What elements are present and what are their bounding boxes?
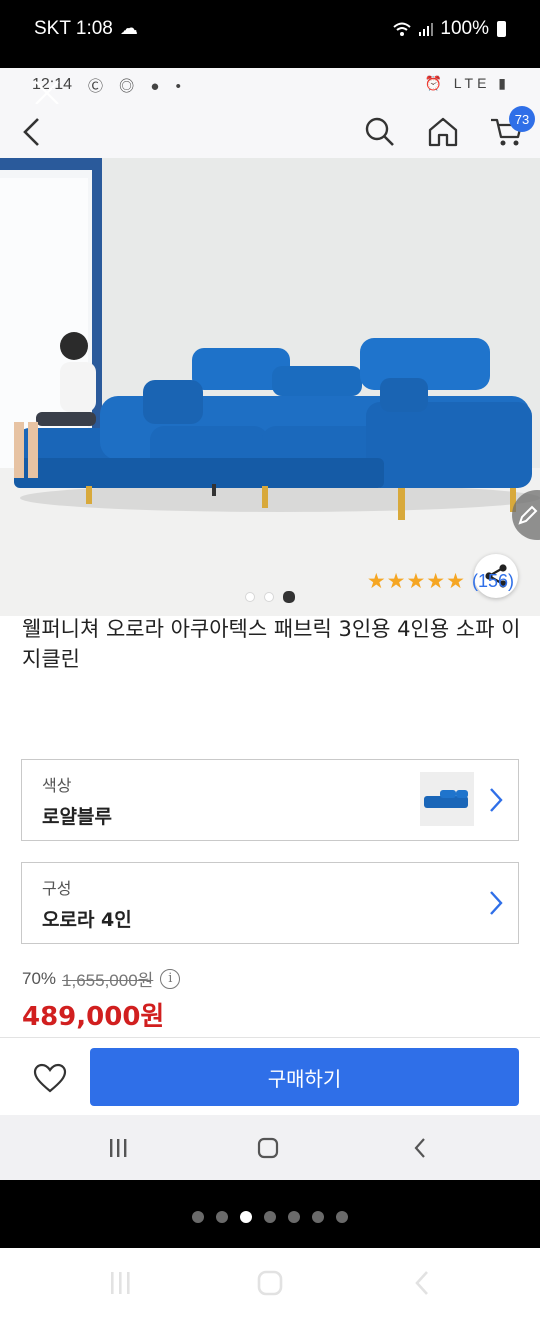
option-label: 구성 [42, 879, 72, 898]
indicator-dot-active[interactable] [240, 1211, 252, 1223]
rating-summary[interactable]: ★★★★★ (156) [367, 571, 514, 592]
device-recent-apps-button[interactable] [100, 1266, 140, 1300]
buy-button[interactable]: 구매하기 [90, 1048, 519, 1106]
indicator-dot[interactable] [288, 1211, 300, 1223]
device-status-right: 100% [392, 18, 506, 40]
home-button[interactable] [421, 110, 465, 154]
app-top-bar: 73 [0, 104, 540, 158]
indicator-dot[interactable] [245, 592, 255, 602]
device-status-bar: SKT 1:08 ☁ 100% [0, 0, 540, 68]
cart-button[interactable]: 73 [485, 106, 535, 154]
home-square-icon [257, 1270, 283, 1296]
notification-icons: Ⓒ ◎ ● • [88, 78, 187, 95]
indicator-dot[interactable] [312, 1211, 324, 1223]
inner-status-right: ⏰ LTE ▮ [424, 75, 510, 91]
back-arrow-icon [23, 118, 39, 146]
indicator-dot[interactable] [216, 1211, 228, 1223]
page-indicator [0, 1211, 540, 1223]
search-button[interactable] [358, 110, 402, 154]
signal-icon [419, 23, 434, 36]
bottom-action-bar: 구매하기 [0, 1037, 540, 1115]
pencil-icon [518, 505, 538, 525]
cloud-icon: ☁ [120, 18, 138, 39]
recent-apps-button[interactable] [98, 1131, 138, 1165]
option-color[interactable]: 색상 로얄블루 [21, 759, 519, 841]
recent-apps-icon [110, 1139, 127, 1157]
indicator-dot[interactable] [336, 1211, 348, 1223]
product-image-carousel[interactable] [0, 158, 540, 616]
indicator-dot[interactable] [264, 592, 274, 602]
price-original-row: 70% 1,655,000원 i [22, 966, 181, 991]
recent-apps-icon [111, 1272, 130, 1294]
cart-count-badge: 73 [509, 106, 535, 132]
back-chevron-icon [415, 1271, 428, 1295]
sofa-photo [0, 158, 540, 616]
back-chevron-icon [414, 1138, 425, 1158]
wifi-icon [393, 22, 412, 36]
battery-icon [497, 21, 506, 37]
discount-rate: 70% [22, 968, 57, 988]
back-button[interactable] [10, 110, 54, 154]
device-back-button[interactable] [402, 1266, 442, 1300]
device-home-button[interactable] [250, 1266, 290, 1300]
review-count: (156) [471, 571, 514, 591]
search-icon [365, 117, 394, 146]
battery-percent: 100% [440, 18, 489, 39]
option-value: 오로라 4인 [42, 909, 132, 931]
inner-status-bar: 12:14 Ⓒ ◎ ● • ⏰ LTE ▮ [0, 68, 540, 104]
option-configuration[interactable]: 구성 오로라 4인 [21, 862, 519, 944]
home-icon [428, 117, 458, 147]
home-nav-button[interactable] [248, 1131, 288, 1165]
sale-price: 489,000원 [22, 1002, 165, 1032]
original-price: 1,655,000원 [62, 971, 154, 990]
heart-icon [33, 1063, 67, 1093]
indicator-dot[interactable] [192, 1211, 204, 1223]
chevron-right-icon [490, 891, 503, 915]
inner-navigation-bar [0, 1115, 540, 1180]
device-navigation-bar [0, 1248, 540, 1320]
back-nav-button[interactable] [400, 1131, 440, 1165]
app-screen: 12:14 Ⓒ ◎ ● • ⏰ LTE ▮ 73 ★★★★★ (156) 웰퍼니… [0, 68, 540, 1180]
rating-stars: ★★★★★ [366, 569, 466, 593]
viewer-page-band [0, 1180, 540, 1248]
device-carrier-time: SKT 1:08 [34, 18, 113, 39]
option-label: 색상 [42, 776, 72, 795]
home-square-icon [257, 1137, 279, 1159]
carousel-indicator [0, 591, 540, 603]
indicator-dot[interactable] [264, 1211, 276, 1223]
chevron-right-icon [490, 788, 503, 812]
info-icon[interactable]: i [160, 968, 181, 989]
wishlist-button[interactable] [28, 1058, 72, 1098]
product-title: 웰퍼니쳐 오로라 아쿠아텍스 패브릭 3인용 4인용 소파 이지클린 [22, 617, 521, 671]
indicator-dot-active[interactable] [283, 591, 295, 603]
network-type: LTE [453, 75, 491, 91]
option-value: 로얄블루 [42, 806, 112, 828]
option-thumbnail [420, 772, 474, 826]
